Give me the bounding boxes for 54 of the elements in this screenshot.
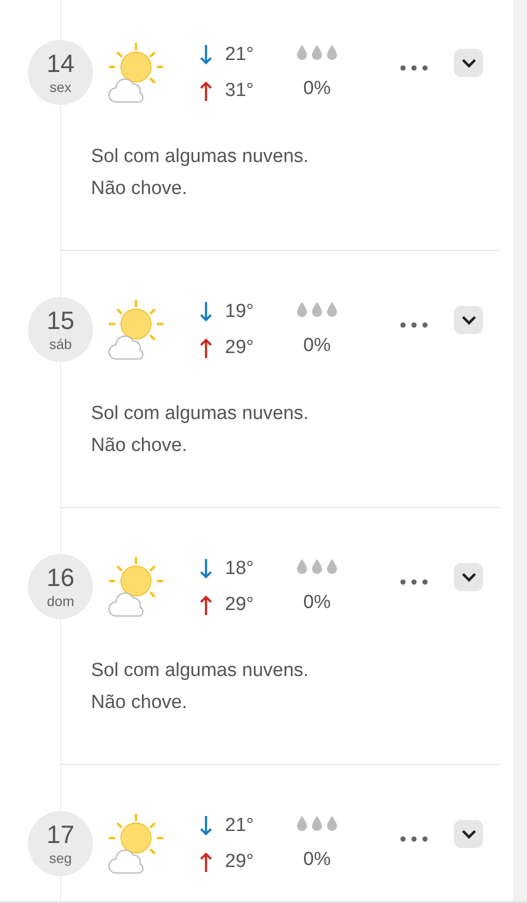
more-icon [400,836,428,842]
down-arrow-icon [200,816,212,836]
sun-cloud-icon [106,556,164,618]
day-number: 15 [46,306,74,334]
raindrops-icon [297,816,337,831]
down-arrow-icon [200,44,212,64]
up-arrow-icon [200,852,212,872]
chevron-icon [460,314,476,326]
expand-button[interactable] [454,562,483,590]
down-arrow-icon [200,302,212,322]
day-number: 17 [46,820,74,848]
chevron-icon [460,570,476,582]
forecast-text: Não chove. [91,434,188,458]
sun-cloud-icon [106,298,164,360]
up-arrow-icon [200,594,212,614]
more-icon [400,322,428,328]
raindrops-icon [297,302,337,317]
rain-chance: 0% [303,592,331,614]
expand-button[interactable] [454,820,483,848]
forecast-text: Sol com algumas nuvens. [91,402,310,426]
low-temperature: 19° [225,300,254,322]
down-arrow-icon [200,558,212,578]
rain-chance: 0% [303,78,331,100]
chevron-icon [460,56,476,68]
high-temperature: 29° [225,850,254,872]
low-temperature: 18° [225,558,254,580]
forecast-text: Não chove. [91,177,188,201]
weekday-label: sáb [49,334,72,352]
forecast-text: Sol com algumas nuvens. [91,145,310,169]
expand-button[interactable] [454,306,483,334]
forecast-text: Não chove. [91,691,188,715]
rain-chance: 0% [303,335,331,357]
day-number: 16 [46,564,74,592]
up-arrow-icon [200,338,212,358]
weekday-label: sex [50,78,72,96]
low-temperature: 21° [225,44,254,66]
high-temperature: 29° [225,594,254,616]
day-number: 14 [46,50,74,78]
up-arrow-icon [200,80,212,100]
weekday-label: dom [46,592,74,610]
weekday-label: seg [49,848,72,866]
high-temperature: 29° [225,336,254,358]
expand-button[interactable] [454,48,483,76]
forecast-text: Sol com algumas nuvens. [91,659,310,683]
more-icon [400,64,428,70]
high-temperature: 31° [225,80,254,102]
chevron-icon [460,828,476,840]
sun-cloud-icon [106,42,164,104]
more-icon [400,578,428,584]
low-temperature: 21° [225,814,254,836]
rain-chance: 0% [303,849,331,871]
raindrops-icon [297,45,337,60]
sun-cloud-icon [106,812,164,874]
raindrops-icon [297,559,337,574]
